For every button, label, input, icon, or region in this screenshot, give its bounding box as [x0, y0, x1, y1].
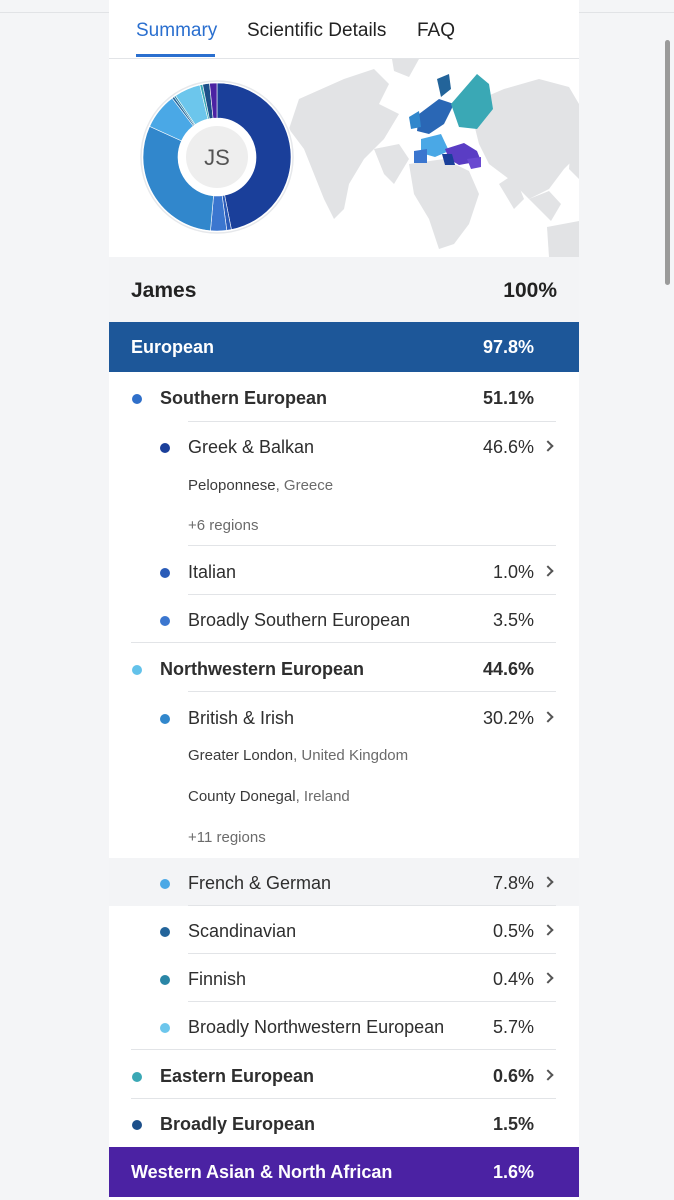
- broadly-northwestern-european-row: Broadly Northwestern European 5.7%: [109, 1002, 579, 1050]
- chevron-right-icon[interactable]: [542, 876, 554, 888]
- scandinavian-label: Scandinavian: [188, 921, 297, 941]
- divider: [188, 545, 556, 546]
- tab-faq[interactable]: FAQ: [417, 20, 455, 42]
- greek-balkan-label: Greek & Balkan: [188, 437, 315, 457]
- finnish-dot: [160, 975, 170, 985]
- broadly-southern-european-label: Broadly Southern European: [188, 610, 411, 630]
- broadly-southern-european-dot: [160, 616, 170, 626]
- avatar-initials: JS: [204, 145, 230, 170]
- british-irish-dot: [160, 714, 170, 724]
- southern-european-dot: [132, 394, 142, 404]
- greek-balkan-more-regions[interactable]: +6 regions: [188, 517, 258, 534]
- broadly-northwestern-european-label: Broadly Northwestern European: [188, 1017, 445, 1037]
- broadly-southern-european-percent: 3.5%: [492, 610, 534, 630]
- french-german-percent: 7.8%: [492, 873, 534, 893]
- southern-european-percent: 51.1%: [482, 388, 534, 408]
- greek-balkan-percent: 46.6%: [482, 437, 534, 457]
- broadly-european-label: Broadly European: [160, 1114, 316, 1134]
- broadly-european-dot: [132, 1120, 142, 1130]
- active-tab-indicator: [136, 54, 215, 57]
- scandinavian-dot: [160, 927, 170, 937]
- northwestern-european-row: Northwestern European 44.6%: [109, 644, 579, 693]
- italian-label: Italian: [188, 562, 237, 582]
- divider: [188, 691, 556, 692]
- western-asian-north-african-label: Western Asian & North African: [131, 1162, 393, 1182]
- finnish-label: Finnish: [188, 969, 247, 989]
- british-irish-percent: 30.2%: [482, 708, 534, 728]
- northwestern-european-label: Northwestern European: [160, 659, 365, 679]
- chevron-right-icon[interactable]: [542, 440, 554, 452]
- french-german-dot: [160, 879, 170, 889]
- northwestern-european-percent: 44.6%: [482, 659, 534, 679]
- southern-european-row: Southern European 51.1%: [109, 373, 579, 422]
- british-irish-region-2: County Donegal, Ireland: [188, 788, 350, 805]
- europe-highlight: [409, 74, 493, 169]
- northwestern-european-dot: [132, 665, 142, 675]
- ancestry-hero: JS: [109, 59, 579, 257]
- french-german-row[interactable]: French & German 7.8%: [109, 858, 579, 906]
- british-irish-more-regions[interactable]: +11 regions: [188, 829, 266, 846]
- chevron-right-icon[interactable]: [542, 711, 554, 723]
- chevron-right-icon[interactable]: [542, 924, 554, 936]
- eastern-european-dot: [132, 1072, 142, 1082]
- divider: [131, 642, 556, 643]
- chevron-right-icon[interactable]: [542, 972, 554, 984]
- finnish-percent: 0.4%: [492, 969, 534, 989]
- eastern-european-percent: 0.6%: [492, 1066, 534, 1086]
- broadly-southern-european-row: Broadly Southern European 3.5%: [109, 595, 579, 643]
- summary-total-row: James 100%: [109, 257, 579, 322]
- broadly-european-percent: 1.5%: [492, 1114, 534, 1134]
- chevron-right-icon[interactable]: [542, 565, 554, 577]
- ancestry-panel: Summary Scientific Details FAQ JS James …: [109, 0, 579, 1200]
- ancestry-composition-donut: JS: [139, 79, 295, 235]
- british-irish-row[interactable]: British & Irish 30.2%: [109, 693, 579, 741]
- scandinavian-row[interactable]: Scandinavian 0.5%: [109, 906, 579, 954]
- greek-balkan-row[interactable]: Greek & Balkan 46.6%: [109, 422, 579, 470]
- chevron-right-icon[interactable]: [542, 1069, 554, 1081]
- western-asian-north-african-band: Western Asian & North African 1.6%: [109, 1147, 579, 1197]
- profile-name: James: [131, 279, 197, 302]
- italian-row[interactable]: Italian 1.0%: [109, 547, 579, 595]
- tab-scientific-details[interactable]: Scientific Details: [247, 20, 386, 42]
- broadly-northwestern-european-percent: 5.7%: [492, 1017, 534, 1037]
- french-german-label: French & German: [188, 873, 332, 893]
- tab-bar: Summary Scientific Details FAQ: [109, 0, 579, 59]
- british-irish-label: British & Irish: [188, 708, 295, 728]
- scrollbar[interactable]: [665, 40, 670, 285]
- profile-total-percent: 100%: [503, 279, 557, 302]
- greek-balkan-region-1: Peloponnese, Greece: [188, 477, 334, 494]
- italian-percent: 1.0%: [492, 562, 534, 582]
- european-percent: 97.8%: [482, 337, 534, 357]
- broadly-northwestern-european-dot: [160, 1023, 170, 1033]
- european-band: European 97.8%: [109, 322, 579, 372]
- italian-dot: [160, 568, 170, 578]
- finnish-row[interactable]: Finnish 0.4%: [109, 954, 579, 1002]
- greek-balkan-dot: [160, 443, 170, 453]
- tab-summary[interactable]: Summary: [136, 20, 217, 42]
- british-irish-region-1: Greater London, United Kingdom: [188, 747, 409, 764]
- southern-european-label: Southern European: [160, 388, 328, 408]
- eastern-european-row[interactable]: Eastern European 0.6%: [109, 1051, 579, 1100]
- divider: [131, 1049, 556, 1050]
- broadly-european-row: Broadly European 1.5%: [109, 1099, 579, 1148]
- eastern-european-label: Eastern European: [160, 1066, 315, 1086]
- scandinavian-percent: 0.5%: [492, 921, 534, 941]
- european-label: European: [131, 337, 215, 357]
- western-asian-north-african-percent: 1.6%: [492, 1162, 534, 1182]
